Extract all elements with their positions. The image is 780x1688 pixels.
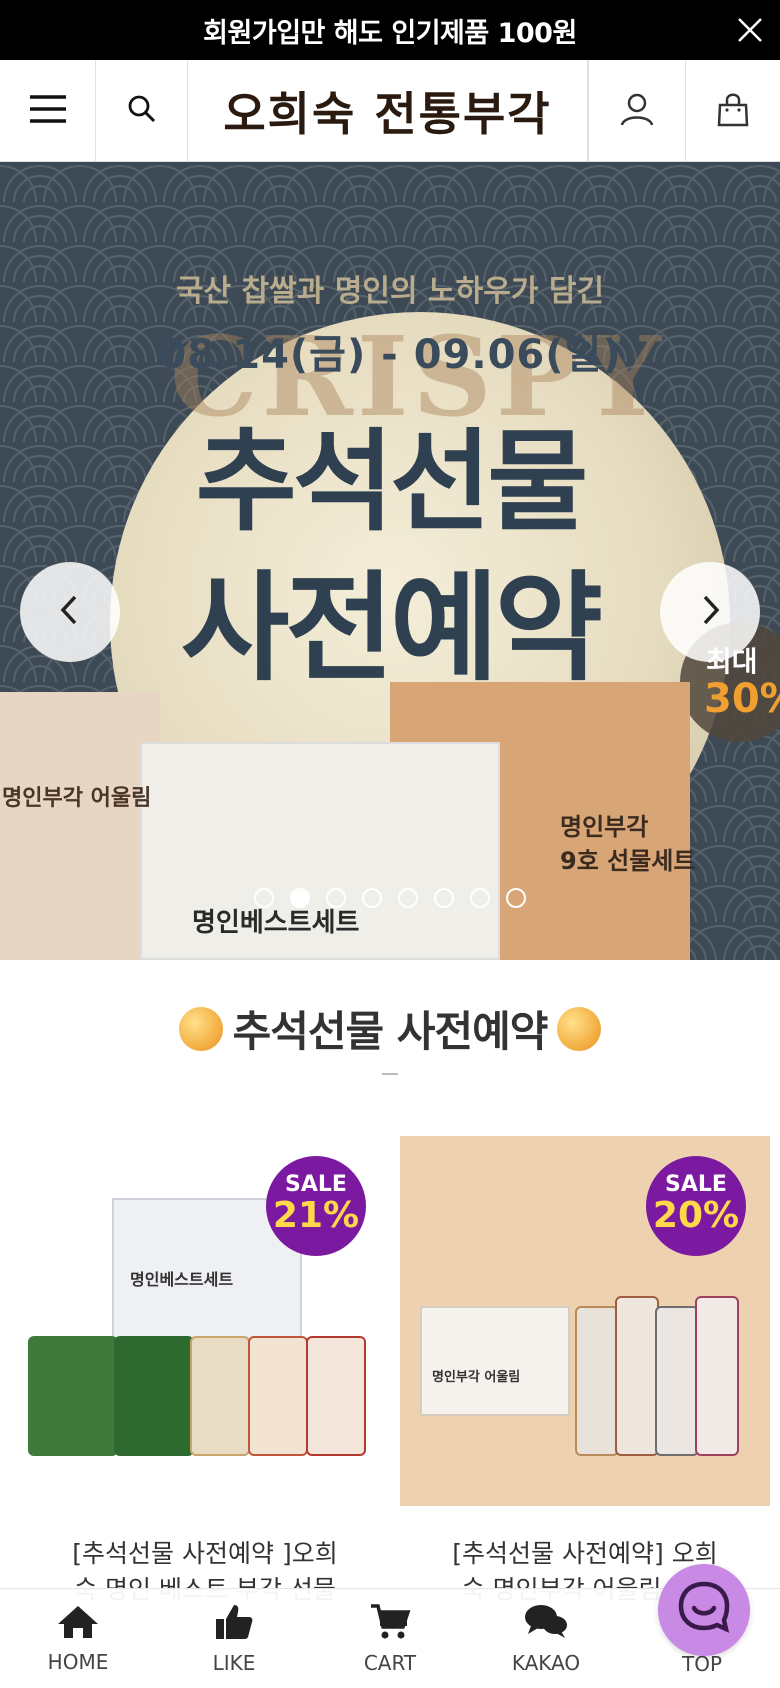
slide-dot[interactable] bbox=[290, 888, 310, 908]
sale-badge-label: SALE bbox=[665, 1172, 727, 1197]
hero-date: 08.14(금) - 09.06(일) bbox=[158, 332, 622, 378]
chat-widget-button[interactable] bbox=[658, 1564, 750, 1656]
full-moon-icon bbox=[557, 1006, 602, 1051]
product-title-line1: [추석선물 사전예약 ]오희 bbox=[72, 1539, 338, 1568]
product-image[interactable]: 명인베스트세트 SALE 21% bbox=[20, 1136, 390, 1506]
nav-cart[interactable]: CART bbox=[312, 1589, 468, 1688]
sale-badge: SALE 20% bbox=[646, 1156, 746, 1256]
snack-pack bbox=[28, 1336, 118, 1456]
slide-dot[interactable] bbox=[434, 888, 454, 908]
snack-pack bbox=[190, 1336, 250, 1456]
gift-box-graphic bbox=[420, 1306, 570, 1416]
nav-cart-label: CART bbox=[363, 1650, 417, 1675]
hero-product-right-line1: 명인부각 bbox=[560, 813, 649, 841]
user-icon bbox=[619, 91, 655, 131]
home-icon bbox=[56, 1604, 100, 1644]
snack-pack bbox=[248, 1336, 308, 1456]
chevron-right-icon bbox=[698, 594, 722, 630]
hero-banner[interactable]: CRISPY 국산 찹쌀과 명인의 노하우가 담긴 08.14(금) - 09.… bbox=[0, 162, 780, 960]
gift-box-label: 명인부각 어울림 bbox=[432, 1370, 521, 1385]
section-title: 추석선물 사전예약 bbox=[232, 1007, 549, 1056]
snack-pack bbox=[114, 1336, 194, 1456]
hamburger-icon bbox=[28, 93, 68, 129]
slide-dot[interactable] bbox=[254, 888, 274, 908]
nav-home-label: HOME bbox=[47, 1649, 109, 1674]
snack-pack bbox=[575, 1306, 619, 1456]
nav-like-label: LIKE bbox=[212, 1650, 256, 1675]
snack-pack bbox=[655, 1306, 699, 1456]
hero-subtitle: 국산 찹쌀과 명인의 노하우가 담긴 bbox=[175, 274, 605, 309]
discount-badge-value: 30% bbox=[704, 676, 780, 722]
slide-dot[interactable] bbox=[470, 888, 490, 908]
sale-badge-value: 20% bbox=[652, 1195, 740, 1236]
logo-link[interactable]: 오희숙 전통부각 bbox=[188, 60, 588, 161]
slide-dot[interactable] bbox=[362, 888, 382, 908]
snack-pack bbox=[615, 1296, 659, 1456]
chevron-left-icon bbox=[58, 594, 82, 630]
slide-dot[interactable] bbox=[398, 888, 418, 908]
thumbs-up-icon bbox=[214, 1603, 254, 1645]
nav-like[interactable]: LIKE bbox=[156, 1589, 312, 1688]
cart-icon bbox=[369, 1603, 411, 1645]
search-button[interactable] bbox=[96, 60, 188, 161]
site-header: 오희숙 전통부각 bbox=[0, 60, 780, 162]
section-header: 추석선물 사전예약 bbox=[0, 998, 780, 1059]
nav-kakao[interactable]: KAKAO bbox=[468, 1589, 624, 1688]
hero-product-right-line2: 9호 선물세트 bbox=[560, 847, 696, 875]
search-icon bbox=[127, 94, 157, 128]
hero-product-left: 명인부각 어울림 bbox=[2, 786, 152, 811]
shopping-bag-button[interactable] bbox=[686, 60, 780, 161]
notice-bar: 회원가입만 해도 인기제품 100원 bbox=[0, 0, 780, 60]
slide-dot[interactable] bbox=[506, 888, 526, 908]
nav-home[interactable]: HOME bbox=[0, 1589, 156, 1688]
snack-pack bbox=[306, 1336, 366, 1456]
next-slide-button[interactable] bbox=[660, 562, 760, 662]
hero-product-right: 명인부각 9호 선물세트 bbox=[560, 810, 695, 878]
menu-button[interactable] bbox=[0, 60, 96, 161]
prev-slide-button[interactable] bbox=[20, 562, 120, 662]
slide-dot[interactable] bbox=[326, 888, 346, 908]
full-moon-icon bbox=[178, 1006, 223, 1051]
gift-box-label: 명인베스트세트 bbox=[130, 1270, 234, 1289]
chat-smile-icon bbox=[676, 1580, 732, 1640]
close-icon[interactable] bbox=[734, 14, 766, 46]
snack-pack bbox=[695, 1296, 739, 1456]
section-divider bbox=[382, 1073, 398, 1075]
nav-kakao-label: KAKAO bbox=[511, 1650, 581, 1675]
product-card[interactable]: 명인부각 어울림 SALE 20% [추석선물 사전예약] 오희 숙 명인부각 … bbox=[400, 1136, 770, 1608]
notice-text: 회원가입만 해도 인기제품 100원 bbox=[203, 17, 577, 49]
sale-badge-label: SALE bbox=[285, 1172, 347, 1197]
sale-badge-value: 21% bbox=[272, 1195, 360, 1236]
product-card[interactable]: 명인베스트세트 SALE 21% [추석선물 사전예약 ]오희 숙 명인 베스트… bbox=[20, 1136, 390, 1608]
chat-bubbles-icon bbox=[523, 1603, 569, 1645]
hero-title-line1: 추석선물 bbox=[195, 418, 589, 546]
site-logo: 오희숙 전통부각 bbox=[223, 86, 552, 141]
product-image[interactable]: 명인부각 어울림 SALE 20% bbox=[400, 1136, 770, 1506]
shopping-bag-icon bbox=[716, 91, 750, 131]
sale-badge: SALE 21% bbox=[266, 1156, 366, 1256]
gift-bag-image bbox=[0, 692, 160, 960]
slide-indicators bbox=[0, 888, 780, 908]
account-button[interactable] bbox=[588, 60, 686, 161]
